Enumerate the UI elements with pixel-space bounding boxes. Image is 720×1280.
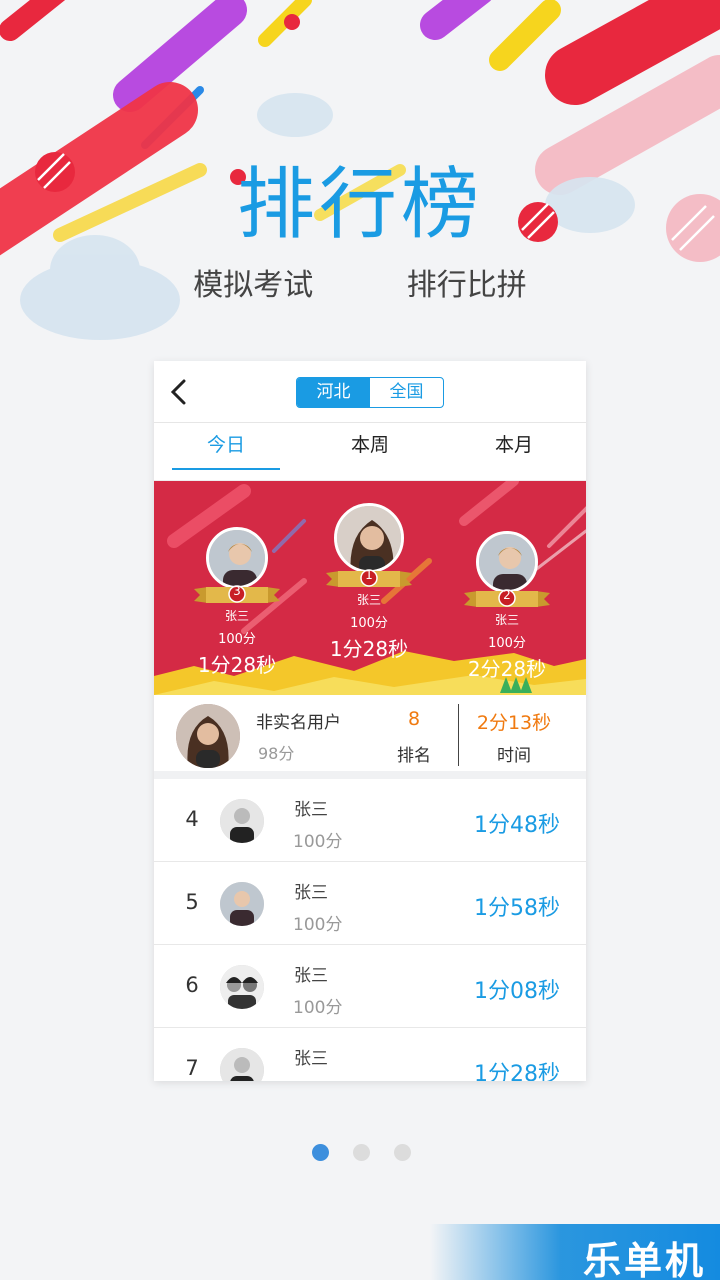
podium-time: 1分28秒 (329, 637, 409, 661)
list-item[interactable]: 7 张三 1分28秒 (154, 1028, 586, 1081)
page-title: 排行榜 (236, 160, 483, 250)
podium-banner: 3 张三 100分 1分28秒 1 张三 100分 1分28秒 2 张三 100… (154, 481, 586, 695)
segment-national[interactable]: 全国 (370, 378, 443, 407)
podium-score: 100分 (488, 636, 526, 651)
period-tabs: 今日 本周 本月 (154, 423, 586, 481)
user-name: 张三 (294, 1049, 328, 1069)
user-time: 1分28秒 (474, 1062, 560, 1081)
avatar (220, 882, 264, 926)
ranking-list: 4 张三 100分 1分48秒 5 张三 100分 1分58秒 6 张三 100… (154, 779, 586, 1081)
user-name: 张三 (294, 800, 328, 820)
back-button[interactable] (164, 375, 194, 409)
tab-week[interactable]: 本周 (298, 423, 442, 480)
tab-today[interactable]: 今日 (154, 423, 298, 480)
podium-time: 1分28秒 (197, 653, 277, 677)
page-indicator (312, 1144, 411, 1161)
subtitle-mock-exam: 模拟考试 (193, 268, 314, 303)
rank-number: 3 (233, 584, 241, 598)
my-time-value: 2分13秒 (476, 712, 552, 734)
my-time-label: 时间 (497, 746, 531, 766)
my-score: 98分 (258, 744, 295, 763)
my-name: 非实名用户 (256, 713, 341, 733)
segment-hebei[interactable]: 河北 (297, 378, 370, 407)
rank-number: 1 (365, 568, 373, 582)
divider (458, 704, 459, 766)
podium-name: 张三 (356, 593, 381, 607)
watermark: 乐单机 (430, 1224, 720, 1280)
podium-name: 张三 (494, 613, 519, 627)
avatar (334, 503, 404, 573)
avatar (220, 1048, 264, 1081)
tab-month[interactable]: 本月 (442, 423, 586, 480)
my-rank-summary: 非实名用户 98分 8 排名 2分13秒 时间 (154, 695, 586, 779)
subtitle-ranking: 排行比拼 (406, 268, 527, 303)
chevron-left-icon (170, 379, 186, 405)
list-item[interactable]: 4 张三 100分 1分48秒 (154, 779, 586, 862)
podium-score: 100分 (218, 632, 256, 647)
list-item[interactable]: 5 张三 100分 1分58秒 (154, 862, 586, 945)
my-rank-value: 8 (407, 708, 421, 730)
rank-number: 5 (185, 890, 199, 914)
user-time: 1分48秒 (474, 813, 560, 838)
rank-number: 6 (185, 973, 199, 997)
region-segmented-control: 河北 全国 (296, 377, 444, 408)
podium-name: 张三 (224, 609, 249, 623)
user-time: 1分08秒 (474, 979, 560, 1004)
page-subtitle: 模拟考试 排行比拼 (0, 260, 720, 304)
my-rank-label: 排名 (397, 746, 431, 766)
rank-number: 7 (185, 1056, 199, 1080)
user-score: 100分 (293, 998, 343, 1018)
top-bar: 河北 全国 (154, 361, 586, 423)
user-time: 1分58秒 (474, 896, 560, 921)
avatar (176, 704, 240, 768)
avatar (206, 527, 268, 589)
podium-third[interactable]: 3 张三 100分 1分28秒 (167, 527, 307, 678)
rank-ribbon: 2 (464, 587, 550, 609)
page-dot-1[interactable] (312, 1144, 329, 1161)
rank-ribbon: 3 (194, 583, 280, 605)
page-dot-2[interactable] (353, 1144, 370, 1161)
page-dot-3[interactable] (394, 1144, 411, 1161)
rank-number: 4 (185, 807, 199, 831)
podium-score: 100分 (350, 616, 388, 631)
avatar (220, 965, 264, 1009)
user-name: 张三 (294, 883, 328, 903)
avatar (220, 799, 264, 843)
avatar (476, 531, 538, 593)
user-name: 张三 (294, 966, 328, 986)
list-item[interactable]: 6 张三 100分 1分08秒 (154, 945, 586, 1028)
phone-screen: 河北 全国 今日 本周 本月 3 张三 100分 1分28秒 1 张三 100分… (154, 361, 586, 1081)
podium-time: 2分28秒 (467, 657, 547, 681)
user-score: 100分 (293, 915, 343, 935)
rank-ribbon: 1 (326, 567, 412, 589)
user-score: 100分 (293, 832, 343, 852)
watermark-text: 乐单机 (582, 1239, 706, 1280)
rank-number: 2 (503, 588, 511, 602)
podium-first[interactable]: 1 张三 100分 1分28秒 (299, 503, 439, 662)
podium-second[interactable]: 2 张三 100分 2分28秒 (437, 531, 577, 682)
